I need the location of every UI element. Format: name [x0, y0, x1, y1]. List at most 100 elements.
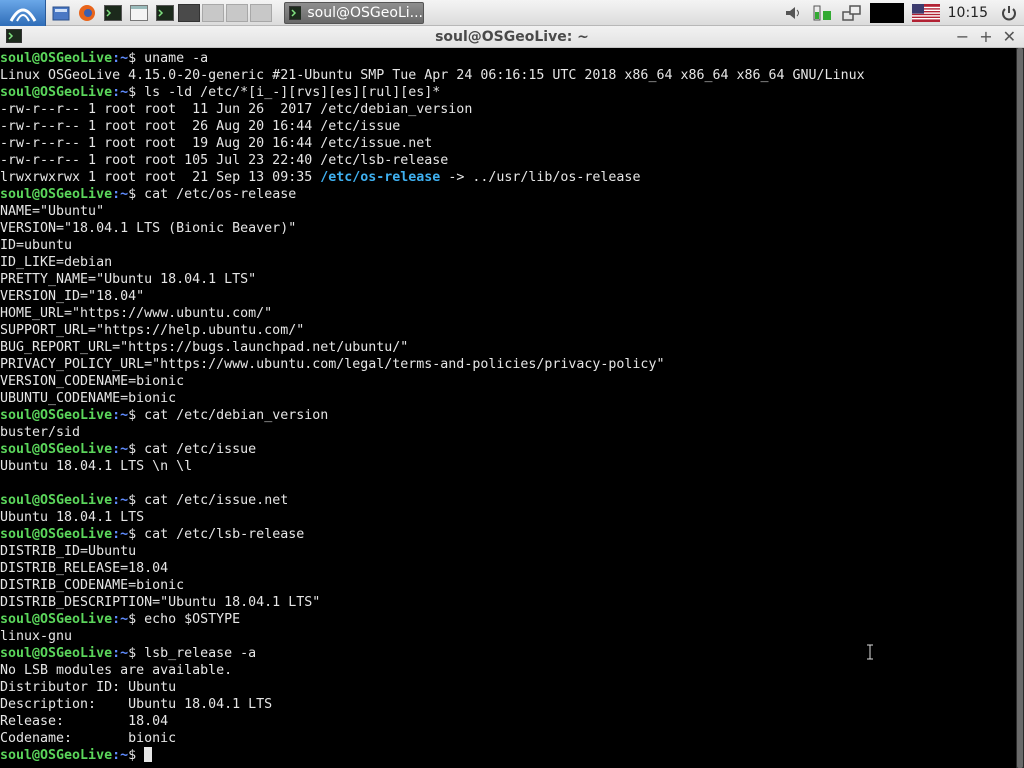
prompt-path: :~: [112, 748, 129, 763]
prompt-line: soul@OSGeoLive:~$ uname -a: [0, 50, 1016, 67]
workspace-4[interactable]: [250, 3, 272, 22]
start-menu-icon: [9, 8, 36, 22]
power-icon[interactable]: [1000, 4, 1018, 22]
volume-icon[interactable]: [784, 5, 804, 21]
workspace-1[interactable]: [178, 3, 200, 22]
output-line: SUPPORT_URL="https://help.ubuntu.com/": [0, 323, 305, 338]
output-line: lrwxrwxrwx 1 root root 21 Sep 13 09:35 /…: [0, 169, 1016, 186]
output-line: VERSION_CODENAME=bionic: [0, 374, 185, 389]
file-manager-launcher[interactable]: [50, 3, 72, 23]
prompt-path: :~: [112, 442, 129, 457]
prompt-path: :~: [112, 612, 129, 627]
prompt-sign: $: [128, 442, 145, 457]
prompt-path: :~: [112, 85, 129, 100]
prompt-user: soul@OSGeoLive: [0, 442, 113, 457]
output-line: VERSION_ID="18.04": [0, 289, 145, 304]
output-line: HOME_URL="https://www.ubuntu.com/": [0, 306, 273, 321]
prompt-path: :~: [112, 51, 129, 66]
prompt-sign: $: [128, 527, 145, 542]
output-line: Linux OSGeoLive 4.15.0-20-generic #21-Ub…: [0, 68, 865, 83]
prompt-user: soul@OSGeoLive: [0, 612, 113, 627]
command-text: cat /etc/issue.net: [144, 493, 289, 508]
terminal-scrollbar[interactable]: [1016, 48, 1024, 768]
output-line: -rw-r--r-- 1 root root 11 Jun 26 2017 /e…: [0, 102, 473, 117]
output-line: DISTRIB_DESCRIPTION="Ubuntu 18.04.1 LTS": [0, 595, 321, 610]
output-line: ID=ubuntu: [0, 238, 73, 253]
output-line: Codename: bionic: [0, 731, 177, 746]
command-text: uname -a: [144, 51, 209, 66]
output-line: Ubuntu 18.04.1 LTS: [0, 510, 145, 525]
output-line: DISTRIB_RELEASE=18.04: [0, 561, 169, 576]
workspace-2[interactable]: [202, 3, 224, 22]
window-launcher[interactable]: [128, 3, 150, 23]
output-line: Release: 18.04: [0, 714, 169, 729]
minimize-button[interactable]: −: [956, 27, 969, 46]
prompt-sign: $: [128, 85, 145, 100]
battery-icon[interactable]: [812, 3, 834, 23]
prompt-path: :~: [112, 646, 129, 661]
output-line: ID_LIKE=debian: [0, 255, 113, 270]
prompt-user: soul@OSGeoLive: [0, 646, 113, 661]
prompt-user: soul@OSGeoLive: [0, 493, 113, 508]
terminal-cursor: [144, 747, 153, 762]
firefox-icon: [79, 4, 95, 21]
workspace-3[interactable]: [226, 3, 248, 22]
prompt-path: :~: [112, 527, 129, 542]
prompt-line: soul@OSGeoLive:~$ cat /etc/os-release: [0, 186, 1016, 203]
terminal-output[interactable]: soul@OSGeoLive:~$ uname -a Linux OSGeoLiv…: [0, 48, 1016, 768]
terminal-icon: [104, 4, 122, 21]
output-line: DISTRIB_ID=Ubuntu: [0, 544, 137, 559]
taskbar-window-button[interactable]: soul@OSGeoLi...: [284, 1, 424, 24]
prompt-sign: $: [128, 51, 145, 66]
prompt-line: soul@OSGeoLive:~$ echo $OSTYPE: [0, 611, 1016, 628]
terminal-launcher[interactable]: [102, 3, 124, 23]
close-button[interactable]: ✕: [1003, 27, 1016, 46]
file-manager-icon: [52, 6, 70, 20]
output-line: BUG_REPORT_URL="https://bugs.launchpad.n…: [0, 340, 409, 355]
output-line: PRETTY_NAME="Ubuntu 18.04.1 LTS": [0, 272, 257, 287]
prompt-sign: $: [128, 187, 145, 202]
output-line: No LSB modules are available.: [0, 663, 233, 678]
prompt-sign: $: [128, 612, 145, 627]
clock[interactable]: 10:15: [948, 5, 988, 21]
prompt-sign: $: [128, 646, 145, 661]
symlink-name: /etc/os-release: [320, 170, 441, 185]
output-text: -> ../usr/lib/os-release: [440, 170, 641, 185]
firefox-launcher[interactable]: [76, 3, 98, 23]
prompt-line: soul@OSGeoLive:~$ cat /etc/lsb-release: [0, 526, 1016, 543]
prompt-line: soul@OSGeoLive:~$: [0, 747, 1016, 764]
output-line: DISTRIB_CODENAME=bionic: [0, 578, 185, 593]
window-icon: [130, 4, 148, 21]
command-text: cat /etc/lsb-release: [144, 527, 305, 542]
command-text: lsb_release -a: [144, 646, 257, 661]
output-line: Ubuntu 18.04.1 LTS \n \l: [0, 459, 193, 474]
output-text: lrwxrwxrwx 1 root root 21 Sep 13 09:35: [0, 170, 321, 185]
command-text: cat /etc/os-release: [144, 187, 297, 202]
output-line: -rw-r--r-- 1 root root 105 Jul 23 22:40 …: [0, 153, 449, 168]
prompt-user: soul@OSGeoLive: [0, 748, 113, 763]
network-icon[interactable]: [841, 4, 862, 22]
start-menu-button[interactable]: [0, 0, 46, 26]
output-line: Distributor ID: Ubuntu: [0, 680, 177, 695]
terminal-launcher-2[interactable]: [154, 3, 176, 23]
scrollbar-thumb[interactable]: [1017, 48, 1023, 768]
prompt-line: soul@OSGeoLive:~$ lsb_release -a: [0, 645, 1016, 662]
maximize-button[interactable]: +: [979, 27, 992, 46]
prompt-user: soul@OSGeoLive: [0, 408, 113, 423]
output-line: VERSION="18.04.1 LTS (Bionic Beaver)": [0, 221, 297, 236]
us-flag-icon[interactable]: [911, 3, 940, 22]
taskbar-window-title: soul@OSGeoLi...: [307, 4, 423, 21]
prompt-path: :~: [112, 408, 129, 423]
prompt-user: soul@OSGeoLive: [0, 51, 113, 66]
text-cursor-icon: [867, 644, 873, 660]
system-tray: 10:15: [776, 0, 1024, 26]
prompt-line: soul@OSGeoLive:~$ ls -ld /etc/*[i_-][rvs…: [0, 84, 1016, 101]
tray-indicator-box[interactable]: [869, 2, 904, 23]
prompt-user: soul@OSGeoLive: [0, 85, 113, 100]
window-titlebar[interactable]: soul@OSGeoLive: ~ − + ✕: [0, 26, 1024, 48]
taskbar: soul@OSGeoLi... 10:15: [0, 0, 1024, 26]
output-line: -rw-r--r-- 1 root root 26 Aug 20 16:44 /…: [0, 119, 401, 134]
terminal-icon: [289, 5, 302, 20]
prompt-sign: $: [128, 408, 145, 423]
